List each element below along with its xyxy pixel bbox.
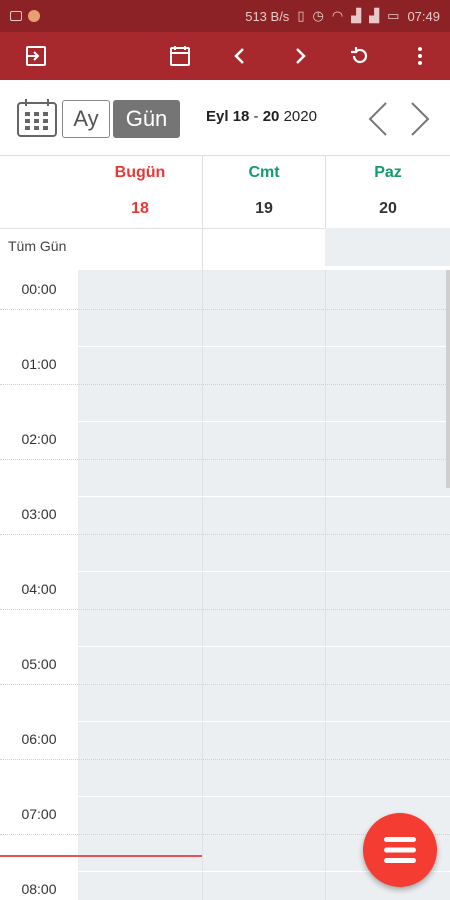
day-header-today[interactable]: Bugün 18 xyxy=(78,156,202,228)
half-hour-line xyxy=(0,384,450,385)
half-hour-line xyxy=(0,759,450,760)
calendar-icon[interactable] xyxy=(156,32,204,80)
calendar-grid-icon[interactable] xyxy=(16,98,58,138)
date-separator: - xyxy=(249,108,263,125)
half-hour-line xyxy=(0,609,450,610)
hour-line xyxy=(0,646,450,647)
half-hour-line xyxy=(0,534,450,535)
date-month: Eyl xyxy=(206,108,229,125)
all-day-row: Tüm Gün xyxy=(0,228,450,270)
day-header-sun[interactable]: Paz 20 xyxy=(325,156,450,228)
day-column-sun[interactable] xyxy=(325,270,450,900)
network-speed: 513 B/s xyxy=(245,8,290,24)
hour-label: 05:00 xyxy=(21,656,57,672)
half-hour-line xyxy=(0,459,450,460)
screen-icon xyxy=(10,11,22,21)
hour-line xyxy=(0,721,450,722)
day-view-button[interactable]: Gün xyxy=(113,100,180,138)
wifi-icon: ◠ xyxy=(331,8,344,23)
half-hour-line xyxy=(0,309,450,310)
chevron-right-icon[interactable] xyxy=(276,32,324,80)
hour-line xyxy=(0,346,450,347)
day-name: Paz xyxy=(374,164,402,181)
refresh-icon[interactable] xyxy=(336,32,384,80)
all-day-cell-sun[interactable] xyxy=(325,228,450,266)
day-header-sat[interactable]: Cmt 19 xyxy=(202,156,325,228)
day-number: 19 xyxy=(255,200,273,217)
half-hour-line xyxy=(0,684,450,685)
day-column-today[interactable] xyxy=(78,270,202,900)
status-bar: 513 B/s ▯ ◷ ◠ ▟ ▟ ▭ 07:49 xyxy=(0,0,450,32)
hour-label: 08:00 xyxy=(21,881,57,897)
day-name: Bugün xyxy=(114,164,166,181)
app-toolbar xyxy=(0,32,450,80)
hour-line xyxy=(0,571,450,572)
vibrate-icon: ▯ xyxy=(297,8,305,23)
hour-line xyxy=(0,796,450,797)
hour-label: 01:00 xyxy=(21,356,57,372)
calendar-controls: Ay Gün Eyl 18 - 20 2020 xyxy=(0,80,450,156)
hour-line xyxy=(0,496,450,497)
menu-icon xyxy=(384,837,416,863)
hour-label: 07:00 xyxy=(21,806,57,822)
date-year: 2020 xyxy=(283,108,317,125)
hour-label: 02:00 xyxy=(21,431,57,447)
day-number: 18 xyxy=(131,200,149,217)
time-grid: 00:00 01:00 02:00 03:00 04:00 05:00 06:0… xyxy=(0,270,450,900)
prev-range-button[interactable] xyxy=(362,100,394,138)
time-column: 00:00 01:00 02:00 03:00 04:00 05:00 06:0… xyxy=(0,270,78,900)
signal-icon-2: ▟ xyxy=(369,8,380,23)
day-column-sat[interactable] xyxy=(202,270,325,900)
menu-fab-button[interactable] xyxy=(363,813,437,887)
current-time-indicator xyxy=(0,855,202,857)
day-header-row: Bugün 18 Cmt 19 Paz 20 xyxy=(0,156,450,228)
day-number: 20 xyxy=(379,200,397,217)
app-notification-icon xyxy=(28,10,40,22)
chevron-left-icon[interactable] xyxy=(216,32,264,80)
month-view-button[interactable]: Ay xyxy=(62,100,110,138)
hour-label: 04:00 xyxy=(21,581,57,597)
all-day-label: Tüm Gün xyxy=(8,238,67,254)
clock: 07:49 xyxy=(407,8,440,24)
date-start-day: 18 xyxy=(232,108,250,125)
hour-label: 00:00 xyxy=(21,281,57,297)
hour-label: 03:00 xyxy=(21,506,57,522)
battery-icon: ▭ xyxy=(387,8,400,23)
hour-line xyxy=(0,421,450,422)
next-range-button[interactable] xyxy=(404,100,436,138)
signal-icon: ▟ xyxy=(351,8,362,23)
date-end-day: 20 xyxy=(262,108,280,125)
scrollbar[interactable] xyxy=(446,270,450,488)
date-range-label: Eyl 18 - 20 2020 xyxy=(206,108,317,125)
exit-icon[interactable] xyxy=(12,32,60,80)
alarm-icon: ◷ xyxy=(312,8,324,23)
hour-label: 06:00 xyxy=(21,731,57,747)
more-vert-icon[interactable] xyxy=(396,32,444,80)
day-name: Cmt xyxy=(248,164,280,181)
